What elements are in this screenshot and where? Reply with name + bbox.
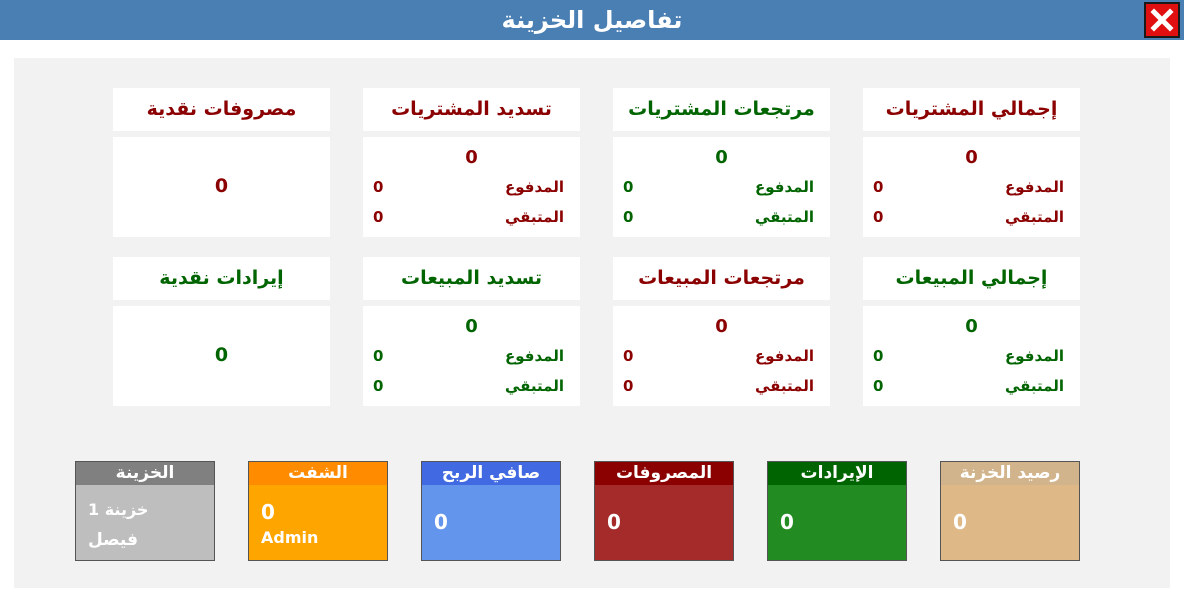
close-button[interactable]: [1144, 2, 1180, 38]
remaining-label: المتبقي: [754, 377, 814, 395]
cash-revenue-value: 0: [214, 344, 229, 366]
remaining-label: المتبقي: [504, 208, 564, 226]
sales-returns-header: مرتجعات المبيعات: [613, 257, 830, 300]
remaining-label: المتبقي: [754, 208, 814, 226]
sales-returns-card: 0 المدفوع 0 المتبقي 0: [613, 306, 830, 406]
purchases-returns-remaining: 0: [623, 208, 634, 226]
balance-title: رصيد الخزنة: [941, 462, 1079, 485]
paid-label: المدفوع: [1005, 178, 1064, 196]
sales-total-header: إجمالي المبيعات: [863, 257, 1080, 300]
shift-title: الشفت: [249, 462, 387, 485]
sales-payment-paid: 0: [373, 347, 384, 365]
sales-payment-value: 0: [465, 316, 478, 337]
shift-tile: الشفت 0 Admin: [248, 461, 388, 561]
close-icon: [1150, 8, 1174, 32]
net-profit-tile: صافي الربح 0: [421, 461, 561, 561]
purchases-total-value: 0: [965, 147, 978, 168]
paid-label: المدفوع: [755, 347, 814, 365]
paid-label: المدفوع: [505, 347, 564, 365]
net-profit-value: 0: [434, 510, 448, 534]
sales-returns-value: 0: [715, 316, 728, 337]
paid-label: المدفوع: [1005, 347, 1064, 365]
expenses-title: المصروفات: [595, 462, 733, 485]
expenses-tile: المصروفات 0: [594, 461, 734, 561]
purchases-returns-header: مرتجعات المشتريات: [613, 88, 830, 131]
shift-user: Admin: [261, 528, 319, 547]
balance-tile: رصيد الخزنة 0: [940, 461, 1080, 561]
sales-payment-card: 0 المدفوع 0 المتبقي 0: [363, 306, 580, 406]
sales-total-value: 0: [965, 316, 978, 337]
sales-payment-header: تسديد المبيعات: [363, 257, 580, 300]
purchases-returns-card: 0 المدفوع 0 المتبقي 0: [613, 137, 830, 237]
revenue-tile: الإيرادات 0: [767, 461, 907, 561]
paid-label: المدفوع: [755, 178, 814, 196]
purchases-total-header: إجمالي المشتريات: [863, 88, 1080, 131]
balance-value: 0: [953, 510, 967, 534]
net-profit-title: صافي الربح: [422, 462, 560, 485]
purchases-returns-paid: 0: [623, 178, 634, 196]
expenses-value: 0: [607, 510, 621, 534]
purchases-payment-header: تسديد المشتريات: [363, 88, 580, 131]
cash-expenses-header: مصروفات نقدية: [113, 88, 330, 131]
revenue-title: الإيرادات: [768, 462, 906, 485]
sales-total-remaining: 0: [873, 377, 884, 395]
remaining-label: المتبقي: [1004, 377, 1064, 395]
treasury-name: خزينة 1: [88, 500, 149, 519]
sales-returns-paid: 0: [623, 347, 634, 365]
window-title: تفاصيل الخزينة: [501, 6, 683, 34]
cash-expenses-card: 0: [113, 137, 330, 237]
purchases-total-remaining: 0: [873, 208, 884, 226]
sales-total-paid: 0: [873, 347, 884, 365]
purchases-payment-paid: 0: [373, 178, 384, 196]
shift-value: 0: [261, 500, 275, 524]
treasury-title: الخزينة: [76, 462, 214, 485]
purchases-returns-value: 0: [715, 147, 728, 168]
cash-revenue-header: إيرادات نقدية: [113, 257, 330, 300]
purchases-payment-remaining: 0: [373, 208, 384, 226]
sales-returns-remaining: 0: [623, 377, 634, 395]
purchases-total-card: 0 المدفوع 0 المتبقي 0: [863, 137, 1080, 237]
purchases-payment-card: 0 المدفوع 0 المتبقي 0: [363, 137, 580, 237]
cash-revenue-card: 0: [113, 306, 330, 406]
purchases-payment-value: 0: [465, 147, 478, 168]
purchases-total-paid: 0: [873, 178, 884, 196]
remaining-label: المتبقي: [504, 377, 564, 395]
treasury-user: فيصل: [88, 530, 138, 550]
sales-payment-remaining: 0: [373, 377, 384, 395]
revenue-value: 0: [780, 510, 794, 534]
treasury-tile: الخزينة خزينة 1 فيصل: [75, 461, 215, 561]
remaining-label: المتبقي: [1004, 208, 1064, 226]
cash-expenses-value: 0: [214, 175, 229, 197]
paid-label: المدفوع: [505, 178, 564, 196]
sales-total-card: 0 المدفوع 0 المتبقي 0: [863, 306, 1080, 406]
